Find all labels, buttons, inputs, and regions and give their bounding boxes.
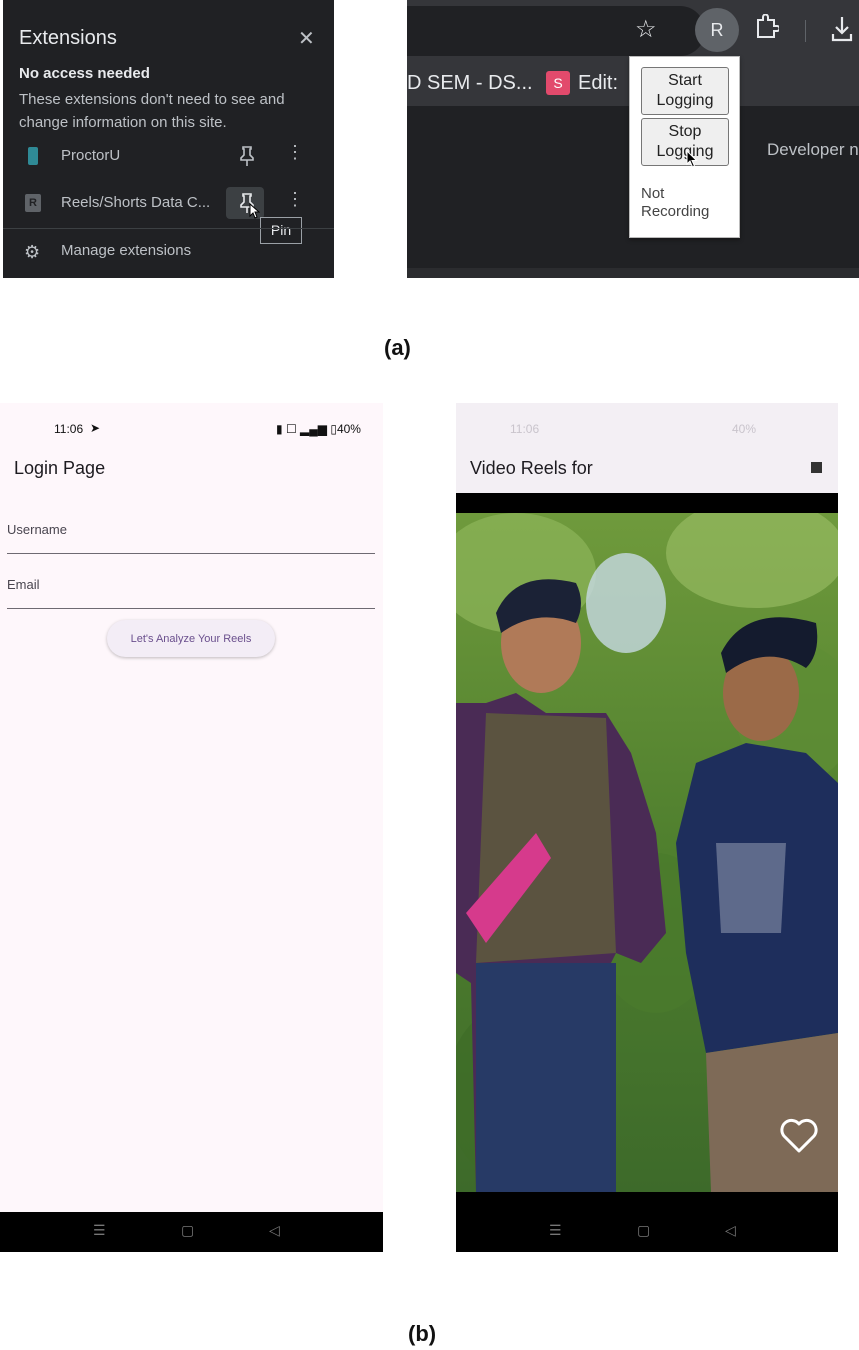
email-field[interactable] bbox=[7, 569, 375, 609]
start-logging-button[interactable]: Start Logging bbox=[641, 67, 729, 115]
address-bar[interactable] bbox=[407, 6, 705, 56]
analyze-reels-button[interactable]: Let's Analyze Your Reels bbox=[107, 620, 275, 657]
page-title: Video Reels for bbox=[470, 458, 593, 478]
telegram-icon: ➤ bbox=[90, 421, 101, 435]
gear-icon: ⚙ bbox=[24, 242, 41, 262]
browser-window: ☆ R D SEM - DS... S Edit: Developer n St… bbox=[407, 0, 859, 278]
recording-status: Not Recording bbox=[641, 185, 710, 220]
manage-extensions-item[interactable]: ⚙ Manage extensions bbox=[3, 231, 334, 271]
android-nav-bar: ☰ ▢ ◁ bbox=[456, 1212, 838, 1252]
download-icon[interactable] bbox=[830, 14, 854, 44]
reels-extension-icon: R bbox=[25, 194, 41, 212]
status-time: 11:06 bbox=[510, 422, 540, 436]
username-input[interactable] bbox=[7, 522, 375, 537]
divider bbox=[3, 228, 334, 229]
home-icon[interactable]: ▢ bbox=[181, 1222, 194, 1239]
extension-popup: Start Logging Stop Logging Not Recording bbox=[629, 56, 740, 238]
browser-toolbar: ☆ R bbox=[407, 0, 859, 62]
extension-avatar-button[interactable]: R bbox=[695, 8, 739, 52]
more-options-icon[interactable]: ⋮ bbox=[286, 142, 304, 163]
username-field[interactable] bbox=[7, 514, 375, 554]
cursor-icon bbox=[249, 203, 260, 219]
bookmark-item[interactable]: D SEM - DS... bbox=[407, 72, 533, 95]
developer-mode-label: Developer n bbox=[767, 140, 859, 159]
video-player[interactable] bbox=[456, 493, 838, 1212]
video-thumbnail bbox=[456, 513, 838, 1192]
extension-name: Reels/Shorts Data C... bbox=[61, 194, 211, 211]
figure-caption-a: (a) bbox=[384, 335, 411, 360]
page-title: Login Page bbox=[14, 458, 106, 478]
cursor-icon bbox=[686, 150, 698, 168]
android-nav-bar: ☰ ▢ ◁ bbox=[0, 1212, 383, 1252]
extensions-puzzle-icon[interactable] bbox=[755, 14, 779, 40]
extension-item-proctoru[interactable]: ProctorU ⋮ bbox=[3, 134, 334, 178]
extensions-title: Extensions bbox=[19, 27, 117, 49]
status-time: 11:06 bbox=[54, 422, 84, 436]
manage-extensions-label: Manage extensions bbox=[61, 242, 192, 259]
back-icon[interactable]: ◁ bbox=[269, 1222, 280, 1239]
back-icon[interactable]: ◁ bbox=[725, 1222, 736, 1239]
battery-percent: 40% bbox=[732, 422, 757, 436]
close-icon[interactable]: ✕ bbox=[298, 26, 315, 51]
pin-icon[interactable] bbox=[237, 145, 257, 167]
figure-caption-b: (b) bbox=[408, 1321, 437, 1346]
bookmark-favicon: S bbox=[546, 71, 570, 95]
panel-footer bbox=[407, 268, 859, 278]
extension-name: ProctorU bbox=[61, 147, 121, 164]
extensions-panel: Extensions ✕ No access needed These exte… bbox=[3, 0, 334, 278]
toolbar-separator bbox=[805, 20, 806, 42]
status-bar: 11:06 ➤ ▮ ☐ ▂▄▆ ▯40% bbox=[0, 403, 383, 453]
stop-icon[interactable] bbox=[811, 462, 822, 473]
status-icons: 40% bbox=[732, 422, 756, 436]
recent-apps-icon[interactable]: ☰ bbox=[93, 1222, 106, 1239]
status-bar: 11:06 40% bbox=[456, 403, 838, 453]
proctoru-icon bbox=[28, 147, 38, 165]
bookmark-item[interactable]: Edit: bbox=[578, 72, 618, 95]
section-description: These extensions don't need to see and c… bbox=[19, 91, 285, 131]
bookmark-star-icon[interactable]: ☆ bbox=[635, 15, 657, 44]
more-options-icon[interactable]: ⋮ bbox=[286, 189, 304, 210]
heart-outline-icon[interactable] bbox=[779, 1118, 819, 1154]
section-title: No access needed bbox=[19, 65, 150, 82]
email-input[interactable] bbox=[7, 577, 375, 592]
recent-apps-icon[interactable]: ☰ bbox=[549, 1222, 562, 1239]
battery-percent: 40% bbox=[336, 422, 361, 436]
status-icons: ▮ ☐ ▂▄▆ ▯40% bbox=[276, 422, 361, 436]
home-icon[interactable]: ▢ bbox=[637, 1222, 650, 1239]
stop-logging-button[interactable]: Stop Logging bbox=[641, 118, 729, 166]
